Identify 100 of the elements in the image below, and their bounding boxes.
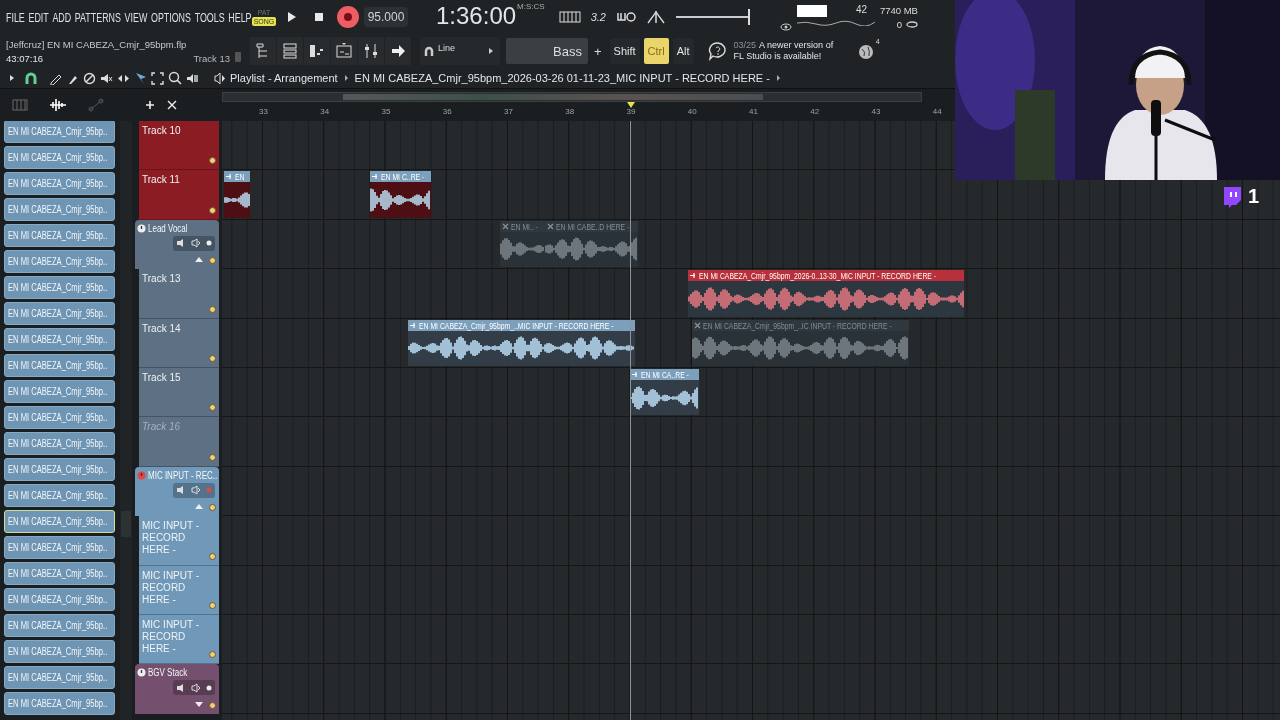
collapse-icon[interactable] bbox=[195, 504, 203, 510]
clip-list-item[interactable]: EN MI CABEZA_Cmjr_95bp.. bbox=[4, 198, 115, 221]
track-header[interactable]: Track 10 bbox=[139, 121, 219, 171]
tempo-field[interactable]: 95.000 bbox=[364, 7, 408, 27]
clip-list-item[interactable]: EN MI CABEZA_Cmjr_95bp.. bbox=[4, 692, 115, 715]
play-button[interactable] bbox=[286, 11, 298, 23]
track-knob-icon[interactable] bbox=[209, 354, 216, 362]
track-knob-icon[interactable] bbox=[209, 552, 216, 560]
menu-item[interactable]: TOOLS bbox=[194, 11, 225, 25]
clip-list-item[interactable]: EN MI CABEZA_Cmjr_95bp.. bbox=[4, 640, 115, 663]
clip-list-item[interactable]: EN MI CABEZA_Cmjr_95bp.. bbox=[4, 510, 115, 533]
stop-button[interactable] bbox=[314, 12, 324, 22]
record-arm-icon[interactable] bbox=[206, 240, 213, 247]
arrow-right-icon[interactable] bbox=[9, 74, 15, 82]
clip-menu-icon[interactable] bbox=[632, 370, 639, 378]
group-header[interactable]: Lead Vocal bbox=[135, 219, 219, 270]
piano-roll-icon[interactable] bbox=[308, 42, 326, 60]
menu-item[interactable]: EDIT bbox=[28, 11, 49, 25]
keyboard-icon[interactable] bbox=[558, 10, 581, 24]
zoom-icon[interactable] bbox=[168, 71, 182, 85]
mixer-icon[interactable] bbox=[362, 42, 380, 60]
group-header[interactable]: MIC INPUT - REC.. bbox=[135, 466, 219, 517]
modifier-key[interactable]: Ctrl bbox=[643, 38, 669, 64]
clip-list-item[interactable]: EN MI CABEZA_Cmjr_95bp.. bbox=[4, 354, 115, 377]
audio-clip[interactable]: EN MI C..RE - bbox=[370, 171, 431, 218]
clip-list-item[interactable]: EN MI CABEZA_Cmjr_95bp.. bbox=[4, 302, 115, 325]
muted-clip-icon[interactable] bbox=[502, 222, 509, 230]
track-header[interactable]: Track 14 bbox=[139, 318, 219, 368]
clip-list-item[interactable]: EN MI CABEZA_Cmjr_95bp.. bbox=[4, 432, 115, 455]
arrow-right-icon[interactable] bbox=[775, 74, 781, 82]
clip-list-item[interactable]: EN MI CABEZA_Cmjr_95bp.. bbox=[4, 406, 115, 429]
audio-clip[interactable]: EN MI.. - bbox=[500, 220, 545, 268]
clip-list-item[interactable]: EN MI CABEZA_Cmjr_95bp.. bbox=[4, 380, 115, 403]
plus-icon[interactable] bbox=[145, 100, 155, 110]
monitor-icon[interactable] bbox=[175, 682, 186, 693]
clip-list-item[interactable]: EN MI CABEZA_Cmjr_95bp.. bbox=[4, 224, 115, 247]
group-icon[interactable] bbox=[137, 223, 146, 233]
audio-clip[interactable]: EN MI CABE..D HERE - bbox=[545, 220, 638, 268]
clip-list-item[interactable]: EN MI CABEZA_Cmjr_95bp.. bbox=[4, 458, 115, 481]
audio-clip[interactable]: EN MI CABEZA_Cmjr_95bpm_2026-0..13-30_MIC INPUT - RECORD HERE - bbox=[688, 270, 964, 317]
playlist-icon[interactable] bbox=[335, 42, 353, 60]
waveform-icon[interactable] bbox=[48, 98, 68, 112]
group-controls[interactable] bbox=[173, 482, 215, 498]
track-header[interactable]: Track 13 bbox=[139, 269, 219, 319]
loop-record-icon[interactable] bbox=[615, 10, 636, 24]
breadcrumb-path[interactable]: EN MI CABEZA_Cmjr_95bpm_2026-03-26 01-11-23_MIC INPUT - RECORD HERE - bbox=[354, 72, 770, 84]
master-slider[interactable] bbox=[675, 9, 750, 25]
clip-menu-icon[interactable] bbox=[410, 321, 417, 329]
clip-list-item[interactable]: EN MI CABEZA_Cmjr_95bp.. bbox=[4, 484, 115, 507]
speaker-icon[interactable] bbox=[191, 682, 201, 693]
track-knob-icon[interactable] bbox=[209, 404, 216, 412]
clip-list-item[interactable]: EN MI CABEZA_Cmjr_95bp.. bbox=[4, 146, 115, 169]
expand-icon[interactable] bbox=[195, 701, 203, 707]
delete-icon[interactable] bbox=[83, 71, 96, 85]
collapse-icon[interactable] bbox=[195, 257, 203, 263]
track-knob-icon[interactable] bbox=[209, 257, 216, 265]
speaker-icon[interactable] bbox=[213, 71, 226, 85]
modifier-key[interactable]: Shift bbox=[609, 38, 640, 64]
countdown-toggle[interactable]: 3.2 bbox=[590, 11, 606, 23]
track-header[interactable]: MIC INPUT - RECORD HERE - bbox=[139, 516, 219, 566]
audio-clip[interactable]: EN MI CABEZA_Cmjr_95bpm_..MIC INPUT - RECORD HERE - bbox=[408, 319, 635, 366]
channel-rack-icon[interactable] bbox=[281, 42, 299, 60]
track-knob-icon[interactable] bbox=[209, 305, 216, 313]
track-knob-icon[interactable] bbox=[209, 601, 216, 609]
menu-item[interactable]: FILE bbox=[6, 11, 25, 25]
track-knob-icon[interactable] bbox=[209, 701, 216, 709]
track-header[interactable]: Track 15 bbox=[139, 367, 219, 418]
audio-clip[interactable]: EN MI CABEZA_Cmjr_95bpm_..IC INPUT - RECORD HERE - bbox=[692, 319, 909, 366]
preset-field[interactable]: Bass bbox=[506, 38, 588, 64]
clip-list-item[interactable]: EN MI CABEZA_Cmjr_95bp.. bbox=[4, 588, 115, 611]
track-header[interactable]: Track 11 bbox=[139, 170, 219, 220]
eye-icon[interactable] bbox=[779, 23, 792, 31]
zoom-fit-icon[interactable] bbox=[151, 71, 164, 85]
clip-list-item[interactable]: EN MI CABEZA_Cmjr_95bp.. bbox=[4, 536, 115, 559]
menu-item[interactable]: PATTERNS bbox=[74, 11, 121, 25]
record-button[interactable] bbox=[336, 5, 360, 29]
muted-clip-icon[interactable] bbox=[694, 321, 701, 329]
menu-item[interactable]: ADD bbox=[52, 11, 72, 25]
menu-item[interactable]: OPTIONS bbox=[151, 11, 191, 25]
clip-list-item[interactable]: EN MI CABEZA_Cmjr_95bp.. bbox=[4, 121, 115, 143]
magnet-icon[interactable] bbox=[25, 71, 37, 85]
close-icon[interactable] bbox=[167, 100, 177, 110]
add-button[interactable]: + bbox=[590, 43, 606, 59]
help-bubble-icon[interactable] bbox=[707, 41, 728, 61]
clip-menu-icon[interactable] bbox=[690, 272, 697, 280]
muted-clip-icon[interactable] bbox=[547, 222, 554, 230]
track-knob-icon[interactable] bbox=[209, 157, 216, 165]
clip-list-item[interactable]: EN MI CABEZA_Cmjr_95bp.. bbox=[4, 666, 115, 689]
clip-list-item[interactable]: EN MI CABEZA_Cmjr_95bp.. bbox=[4, 172, 115, 195]
group-controls[interactable] bbox=[173, 235, 215, 251]
group-header[interactable]: BGV Stack bbox=[135, 664, 219, 714]
track-knob-icon[interactable] bbox=[209, 651, 216, 659]
clip-menu-icon[interactable] bbox=[226, 173, 233, 181]
audio-clip[interactable]: EN MI CA..RE - bbox=[630, 368, 699, 416]
snap-selector[interactable]: Line bbox=[420, 37, 500, 65]
clip-list-item[interactable]: EN MI CABEZA_Cmjr_95bp.. bbox=[4, 562, 115, 585]
track-knob-icon[interactable] bbox=[209, 206, 216, 214]
metronome-icon[interactable] bbox=[645, 9, 666, 25]
speaker-icon[interactable] bbox=[191, 238, 201, 249]
globe-icon[interactable] bbox=[857, 44, 874, 60]
